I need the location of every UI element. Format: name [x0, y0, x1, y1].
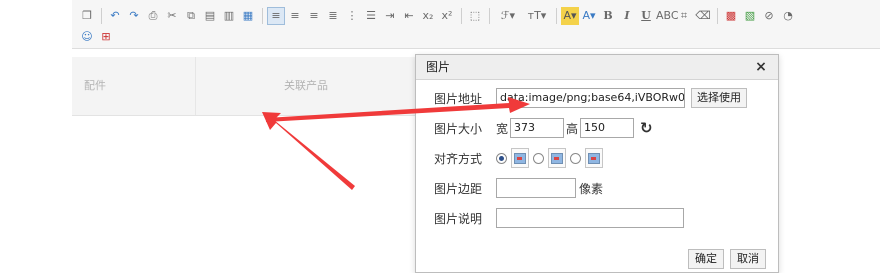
size-label: 图片大小	[434, 121, 483, 136]
refresh-icon[interactable]: ↻	[640, 119, 653, 137]
justify-icon[interactable]: ≣	[324, 7, 342, 25]
margin-label: 图片边距	[434, 181, 483, 196]
copy-icon[interactable]: ⧉	[182, 7, 200, 25]
toolbar-separator	[262, 8, 263, 24]
line-height-icon[interactable]: ⌗	[675, 7, 693, 25]
align-right-radio[interactable]	[570, 152, 581, 164]
width-label: 宽	[496, 121, 509, 136]
url-label: 图片地址	[434, 91, 483, 106]
align-row: 对齐方式	[434, 147, 607, 169]
margin-input[interactable]	[496, 178, 576, 198]
font-color-icon[interactable]: A▾	[580, 7, 598, 25]
cancel-button[interactable]: 取消	[730, 249, 766, 269]
select-all-icon[interactable]: ⬚	[466, 7, 484, 25]
column-header-parts: 配件	[84, 79, 106, 92]
strikethrough-icon[interactable]: ABC	[656, 7, 679, 25]
paste-text-icon[interactable]: ▥	[220, 7, 238, 25]
source-icon[interactable]: ❐	[78, 7, 96, 25]
font-size-icon[interactable]: тT▾	[523, 7, 551, 25]
column-header-related-products: 关联产品	[195, 57, 416, 115]
align-default-radio[interactable]	[496, 152, 507, 164]
redo-icon[interactable]: ↷	[125, 7, 143, 25]
browse-button[interactable]: 选择使用	[691, 88, 747, 108]
close-icon[interactable]: ×	[754, 58, 768, 76]
toolbar-separator	[489, 8, 490, 24]
outdent-icon[interactable]: ⇤	[400, 7, 418, 25]
italic-icon[interactable]: I	[618, 7, 636, 25]
align-right-icon[interactable]: ≡	[305, 7, 323, 25]
caption-label: 图片说明	[434, 211, 483, 226]
highlight-color-icon[interactable]: A▾	[561, 7, 579, 25]
indent-icon[interactable]: ⇥	[381, 7, 399, 25]
emoticons-icon[interactable]: ☺	[78, 28, 96, 46]
editor-toolbar: ❐ ↶ ↷ ⎙ ✂ ⧉ ▤ ▥ ▦ ≡ ≡ ≡ ≣ ⋮ ☰ ⇥ ⇤ x₂ x² ⬚ ℱ▾ тT▾ A▾ A▾ B I U ABC ⌗ ⌫ ▩…	[72, 0, 880, 49]
flash-icon[interactable]: ⊘	[760, 7, 778, 25]
caption-row: 图片说明	[434, 207, 684, 229]
caption-input[interactable]	[496, 208, 684, 228]
superscript-icon[interactable]: x²	[438, 7, 456, 25]
table-header: 配件 关联产品	[72, 57, 415, 116]
url-input[interactable]: data:image/png;base64,iVBORw0KGgoAAAANSU…	[496, 88, 685, 108]
align-center-icon[interactable]: ≡	[286, 7, 304, 25]
table-icon[interactable]: ⊞	[97, 28, 115, 46]
height-input[interactable]: 150	[580, 118, 635, 138]
underline-icon[interactable]: U	[637, 7, 655, 25]
ok-button[interactable]: 确定	[688, 249, 724, 269]
toolbar-separator	[717, 8, 718, 24]
image-icon[interactable]: ▩	[722, 7, 740, 25]
remove-format-icon[interactable]: ⌫	[694, 7, 712, 25]
cut-icon[interactable]: ✂	[163, 7, 181, 25]
undo-icon[interactable]: ↶	[106, 7, 124, 25]
image-dialog: 图片 × 图片地址 data:image/png;base64,iVBORw0K…	[415, 54, 779, 273]
dialog-title: 图片	[416, 55, 778, 80]
align-left-icon	[548, 148, 566, 168]
bold-icon[interactable]: B	[599, 7, 617, 25]
align-left-icon[interactable]: ≡	[267, 7, 285, 25]
margin-unit: 像素	[579, 181, 604, 196]
font-family-icon[interactable]: ℱ▾	[494, 7, 522, 25]
media-icon[interactable]: ◔	[779, 7, 797, 25]
toolbar-separator	[101, 8, 102, 24]
multi-image-icon[interactable]: ▧	[741, 7, 759, 25]
subscript-icon[interactable]: x₂	[419, 7, 437, 25]
toolbar-row-1: ❐ ↶ ↷ ⎙ ✂ ⧉ ▤ ▥ ▦ ≡ ≡ ≡ ≣ ⋮ ☰ ⇥ ⇤ x₂ x² ⬚ ℱ▾ тT▾ A▾ A▾ B I U ABC ⌗ ⌫ ▩…	[78, 5, 798, 27]
width-input[interactable]: 373	[510, 118, 565, 138]
print-icon[interactable]: ⎙	[144, 7, 162, 25]
size-row: 图片大小 宽 373 高 150 ↻	[434, 117, 653, 139]
paste-icon[interactable]: ▤	[201, 7, 219, 25]
margin-row: 图片边距 像素	[434, 177, 605, 199]
toolbar-separator	[461, 8, 462, 24]
ordered-list-icon[interactable]: ⋮	[343, 7, 361, 25]
height-label: 高	[566, 121, 579, 136]
url-row: 图片地址 data:image/png;base64,iVBORw0KGgoAA…	[434, 87, 747, 109]
unordered-list-icon[interactable]: ☰	[362, 7, 380, 25]
align-left-radio[interactable]	[533, 152, 544, 164]
paste-word-icon[interactable]: ▦	[239, 7, 257, 25]
align-right-icon	[585, 148, 603, 168]
toolbar-separator	[556, 8, 557, 24]
align-label: 对齐方式	[434, 151, 483, 166]
toolbar-row-2: ☺ ⊞	[78, 26, 116, 48]
align-default-icon	[511, 148, 529, 168]
